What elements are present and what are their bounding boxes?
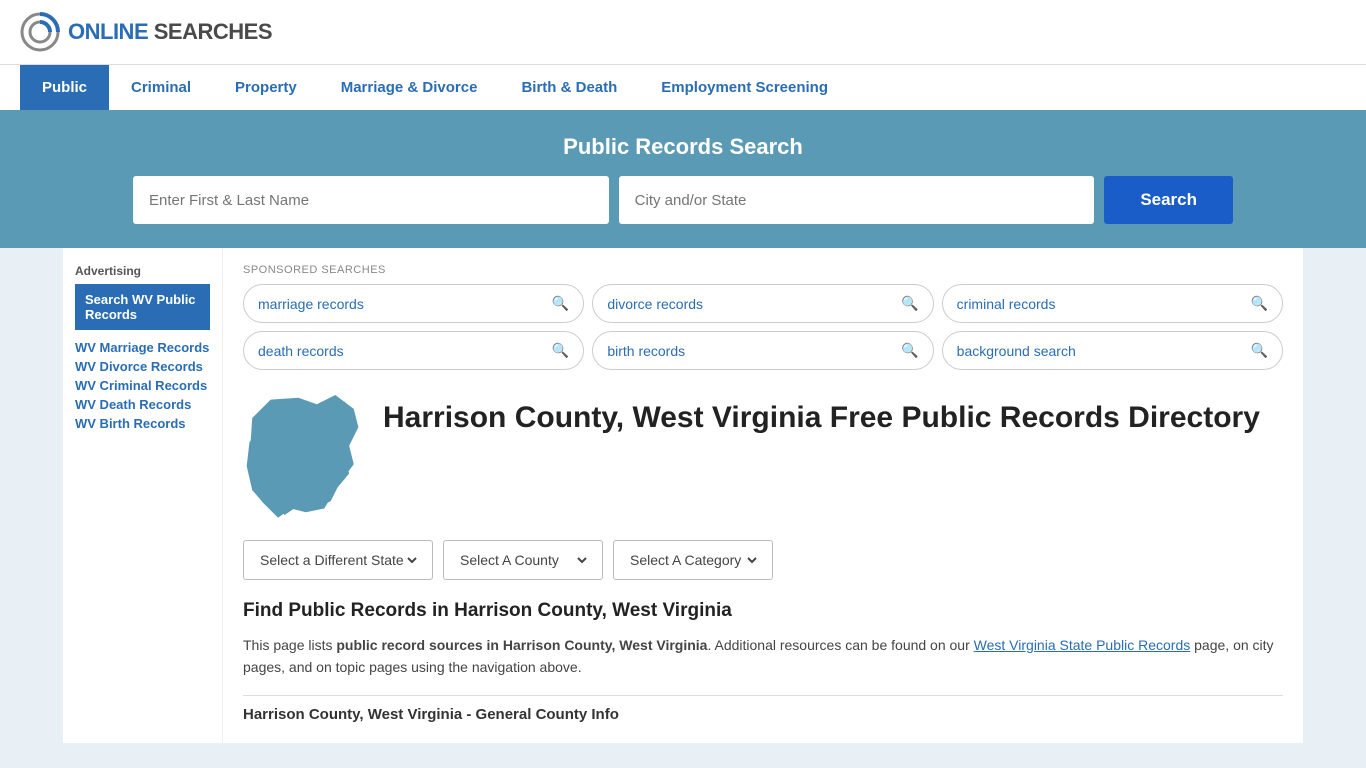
nav-link[interactable]: Property <box>213 65 319 110</box>
county-dropdown[interactable]: Select A County <box>443 540 603 580</box>
search-icon: 🔍 <box>552 342 569 359</box>
pill-label: background search <box>957 343 1076 359</box>
section-divider <box>243 695 1283 696</box>
logo-icon <box>20 12 60 52</box>
nav-item-property[interactable]: Property <box>213 65 319 110</box>
nav-link[interactable]: Criminal <box>109 65 213 110</box>
category-select[interactable]: Select A Category <box>626 551 760 569</box>
state-dropdown[interactable]: Select a Different State <box>243 540 433 580</box>
nav-link[interactable]: Birth & Death <box>499 65 639 110</box>
nav-link[interactable]: Public <box>20 65 109 110</box>
name-input[interactable] <box>133 176 609 224</box>
search-fields: Search <box>133 176 1233 224</box>
search-icon: 🔍 <box>901 342 918 359</box>
search-banner: Public Records Search Search <box>0 110 1366 248</box>
search-pill[interactable]: death records 🔍 <box>243 331 584 370</box>
state-select[interactable]: Select a Different State <box>256 551 420 569</box>
nav-link[interactable]: Employment Screening <box>639 65 850 110</box>
main-nav: PublicCriminalPropertyMarriage & Divorce… <box>0 64 1366 110</box>
category-dropdown[interactable]: Select A Category <box>613 540 773 580</box>
search-icon: 🔍 <box>552 295 569 312</box>
pill-label: marriage records <box>258 296 364 312</box>
logo: ONLINE SEARCHES <box>20 12 272 52</box>
sidebar: Advertising Search WV Public Records WV … <box>63 248 223 743</box>
nav-item-birth---death[interactable]: Birth & Death <box>499 65 639 110</box>
desc-part1: This page lists <box>243 637 336 653</box>
nav-item-employment-screening[interactable]: Employment Screening <box>639 65 850 110</box>
county-select[interactable]: Select A County <box>456 551 590 569</box>
logo-searches: SEARCHES <box>154 19 272 44</box>
search-pills: marriage records🔍divorce records🔍crimina… <box>243 284 1283 370</box>
main-wrapper: Advertising Search WV Public Records WV … <box>63 248 1303 743</box>
pill-label: death records <box>258 343 344 359</box>
logo-text: ONLINE SEARCHES <box>68 19 272 45</box>
search-pill[interactable]: marriage records 🔍 <box>243 284 584 323</box>
search-pill[interactable]: background search 🔍 <box>942 331 1283 370</box>
county-title: Harrison County, West Virginia Free Publ… <box>383 400 1260 436</box>
content-area: SPONSORED SEARCHES marriage records🔍divo… <box>223 248 1303 743</box>
search-pill[interactable]: divorce records 🔍 <box>592 284 933 323</box>
sidebar-link[interactable]: WV Birth Records <box>75 416 210 431</box>
search-icon: 🔍 <box>901 295 918 312</box>
nav-item-marriage---divorce[interactable]: Marriage & Divorce <box>319 65 500 110</box>
general-info-title: Harrison County, West Virginia - General… <box>243 706 1283 723</box>
desc-link[interactable]: West Virginia State Public Records <box>974 637 1191 653</box>
pill-label: divorce records <box>607 296 703 312</box>
header: ONLINE SEARCHES <box>0 0 1366 64</box>
find-title: Find Public Records in Harrison County, … <box>243 600 1283 622</box>
section-description: This page lists public record sources in… <box>243 634 1283 679</box>
search-icon: 🔍 <box>1251 295 1268 312</box>
pill-label: criminal records <box>957 296 1056 312</box>
sidebar-links: WV Marriage Records WV Divorce Records WV … <box>75 340 210 431</box>
sidebar-link[interactable]: WV Criminal Records <box>75 378 210 393</box>
search-pill[interactable]: criminal records 🔍 <box>942 284 1283 323</box>
sponsored-label: SPONSORED SEARCHES <box>243 258 1283 276</box>
sidebar-link[interactable]: WV Divorce Records <box>75 359 210 374</box>
nav-item-criminal[interactable]: Criminal <box>109 65 213 110</box>
nav-item-public[interactable]: Public <box>20 65 109 110</box>
nav-link[interactable]: Marriage & Divorce <box>319 65 500 110</box>
desc-bold: public record sources in Harrison County… <box>336 637 707 653</box>
search-button[interactable]: Search <box>1104 176 1233 224</box>
wv-map <box>243 390 363 520</box>
logo-online: ONLINE <box>68 19 148 44</box>
search-icon: 🔍 <box>1251 342 1268 359</box>
desc-part2: . Additional resources can be found on o… <box>707 637 973 653</box>
location-input[interactable] <box>619 176 1095 224</box>
pill-label: birth records <box>607 343 685 359</box>
county-header: Harrison County, West Virginia Free Publ… <box>243 390 1283 520</box>
sidebar-ad-box[interactable]: Search WV Public Records <box>75 284 210 330</box>
banner-title: Public Records Search <box>20 134 1346 160</box>
dropdowns: Select a Different State Select A County… <box>243 540 1283 580</box>
sidebar-ad-label: Advertising <box>75 264 210 278</box>
sidebar-link[interactable]: WV Death Records <box>75 397 210 412</box>
search-pill[interactable]: birth records 🔍 <box>592 331 933 370</box>
sidebar-link[interactable]: WV Marriage Records <box>75 340 210 355</box>
